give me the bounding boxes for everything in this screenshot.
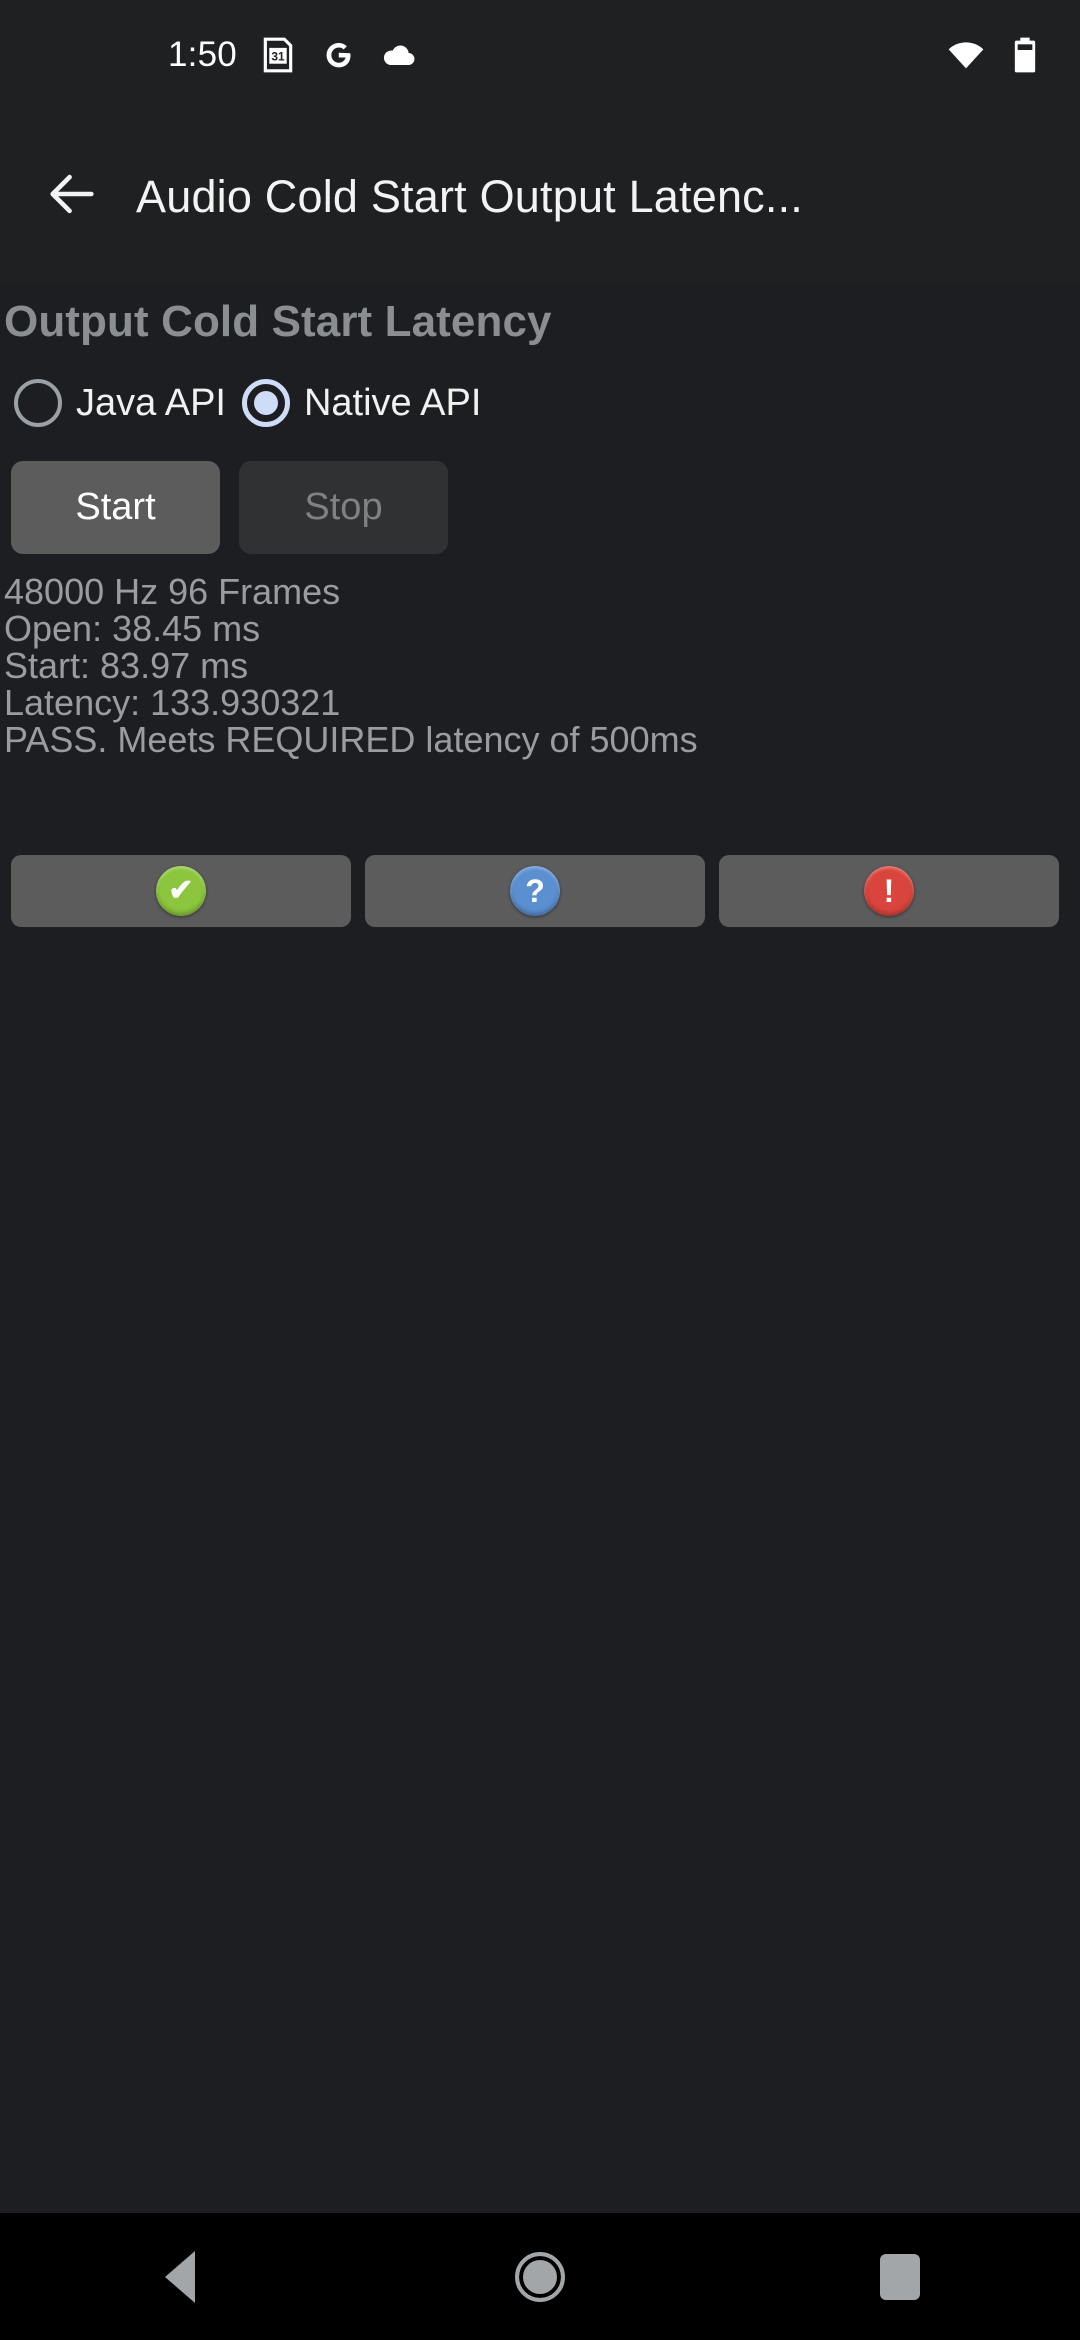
fail-button[interactable]: ! — [719, 855, 1059, 927]
status-bar-left: 1:50 31 — [168, 0, 419, 110]
status-bar: 1:50 31 — [0, 0, 1080, 110]
nav-back-button[interactable] — [95, 2213, 265, 2340]
svg-text:31: 31 — [271, 49, 285, 63]
result-line-sample-rate: 48000 Hz 96 Frames — [4, 571, 341, 612]
radio-dot — [253, 391, 278, 415]
radio-option-native-api[interactable]: Native API — [241, 379, 482, 427]
wifi-icon — [946, 35, 986, 75]
pass-button[interactable]: ✔ — [11, 855, 351, 927]
status-clock: 1:50 — [168, 35, 237, 74]
radio-label-java-api: Java API — [76, 381, 226, 424]
main-content: Output Cold Start Latency Java API Nativ… — [0, 283, 1080, 2213]
info-button[interactable]: ? — [365, 855, 705, 927]
home-circle-icon — [515, 2251, 565, 2302]
google-g-icon — [319, 36, 357, 74]
transport-button-row: Start Stop — [11, 461, 448, 554]
app-bar: Audio Cold Start Output Latenc... — [0, 110, 1080, 283]
cloud-icon — [379, 35, 419, 75]
result-line-latency: Latency: 133.930321 — [4, 682, 341, 723]
exclaim-glyph: ! — [883, 872, 895, 909]
battery-icon — [1008, 35, 1042, 75]
pass-check-icon: ✔ — [156, 866, 206, 916]
recents-square-icon — [880, 2253, 920, 2300]
question-glyph: ? — [525, 872, 545, 909]
check-glyph: ✔ — [168, 874, 194, 907]
back-button[interactable] — [22, 147, 122, 247]
result-line-verdict: PASS. Meets REQUIRED latency of 500ms — [4, 719, 698, 760]
result-line-open: Open: 38.45 ms — [4, 608, 261, 649]
section-heading: Output Cold Start Latency — [4, 297, 552, 346]
stop-button: Stop — [239, 461, 448, 554]
nav-home-button[interactable] — [455, 2213, 625, 2340]
phone-screen: 1:50 31 Audio Cold Start Output Latenc..… — [0, 0, 1080, 2340]
start-button[interactable]: Start — [11, 461, 220, 554]
fail-exclaim-icon: ! — [864, 866, 914, 916]
back-arrow-icon — [43, 165, 101, 228]
radio-unselected-icon — [14, 379, 62, 427]
result-line-start: Start: 83.97 ms — [4, 645, 249, 686]
calendar-31-icon: 31 — [259, 36, 297, 74]
radio-label-native-api: Native API — [303, 381, 482, 424]
results-text-block: 48000 Hz 96 Frames Open: 38.45 ms Start:… — [4, 573, 698, 758]
info-question-icon: ? — [510, 866, 560, 916]
radio-option-java-api[interactable]: Java API — [14, 379, 226, 427]
back-triangle-icon — [165, 2250, 195, 2303]
page-title: Audio Cold Start Output Latenc... — [136, 170, 803, 222]
system-navigation-bar — [0, 2213, 1080, 2340]
radio-selected-icon — [241, 379, 290, 427]
status-bar-right — [946, 0, 1042, 110]
verdict-button-row: ✔ ? ! — [11, 855, 1059, 927]
nav-recents-button[interactable] — [815, 2213, 985, 2340]
api-radio-group: Java API Native API — [14, 379, 481, 427]
